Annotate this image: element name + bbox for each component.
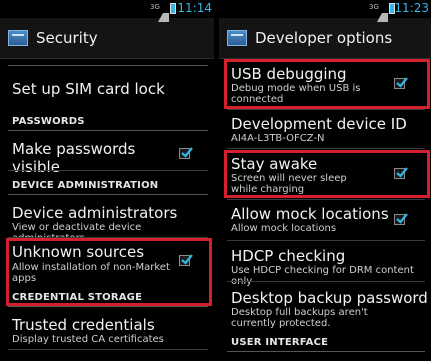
developer-options-screen: 3G 11:23 Developer options USB debugging…	[219, 0, 431, 361]
development-device-id-value: AI4A-L3TB-OFCZ-N	[231, 133, 325, 144]
trusted-credentials-summary: Display trusted CA certificates	[12, 334, 164, 345]
make-passwords-visible-checkbox[interactable]	[179, 147, 193, 159]
development-device-id-title: Development device ID	[231, 115, 407, 133]
divider	[8, 130, 208, 131]
desktop-backup-password-title[interactable]: Desktop backup password	[231, 289, 431, 307]
action-bar: Developer options	[219, 18, 431, 59]
battery-icon	[170, 3, 176, 14]
sim-lock-item[interactable]: Set up SIM card lock	[12, 80, 214, 98]
user-interface-header: USER INTERFACE	[231, 337, 329, 348]
page-title: Security	[36, 29, 98, 47]
status-bar: 3G 11:14	[0, 0, 214, 22]
divider	[8, 194, 208, 195]
divider	[227, 281, 425, 282]
divider	[8, 306, 208, 307]
page-title: Developer options	[255, 29, 393, 47]
check-icon	[181, 147, 193, 158]
clock: 11:23	[394, 1, 429, 15]
screenshot-pair: 3G 11:14 Security Set up SIM card lock P…	[0, 0, 431, 361]
hdcp-checking-summary: Use HDCP checking for DRM content only	[231, 265, 414, 287]
divider	[227, 109, 425, 110]
signal-icon	[158, 4, 169, 22]
divider	[227, 148, 425, 149]
signal-icon	[377, 4, 388, 22]
trusted-credentials-title[interactable]: Trusted credentials	[12, 316, 214, 334]
highlight-box	[6, 238, 212, 306]
divider	[227, 240, 425, 241]
device-administration-header: DEVICE ADMINISTRATION	[12, 180, 159, 191]
security-screen: 3G 11:14 Security Set up SIM card lock P…	[0, 0, 214, 361]
settings-app-icon[interactable]	[8, 30, 28, 46]
divider	[8, 349, 208, 350]
hdcp-checking-title[interactable]: HDCP checking	[231, 247, 431, 265]
clock: 11:14	[177, 1, 212, 15]
check-icon	[396, 213, 408, 224]
passwords-header: PASSWORDS	[12, 116, 85, 127]
action-bar: Security	[0, 18, 214, 59]
settings-app-icon[interactable]	[227, 30, 247, 46]
highlight-box	[224, 150, 430, 198]
divider	[8, 170, 208, 171]
divider	[227, 351, 425, 352]
desktop-backup-password-summary: Desktop full backups aren't currently pr…	[231, 307, 368, 329]
highlight-box	[224, 59, 430, 109]
divider	[227, 199, 425, 200]
allow-mock-locations-checkbox[interactable]	[394, 213, 408, 225]
divider	[8, 65, 208, 66]
device-administrators-title[interactable]: Device administrators	[12, 204, 214, 222]
status-bar: 3G 11:23	[219, 0, 431, 22]
